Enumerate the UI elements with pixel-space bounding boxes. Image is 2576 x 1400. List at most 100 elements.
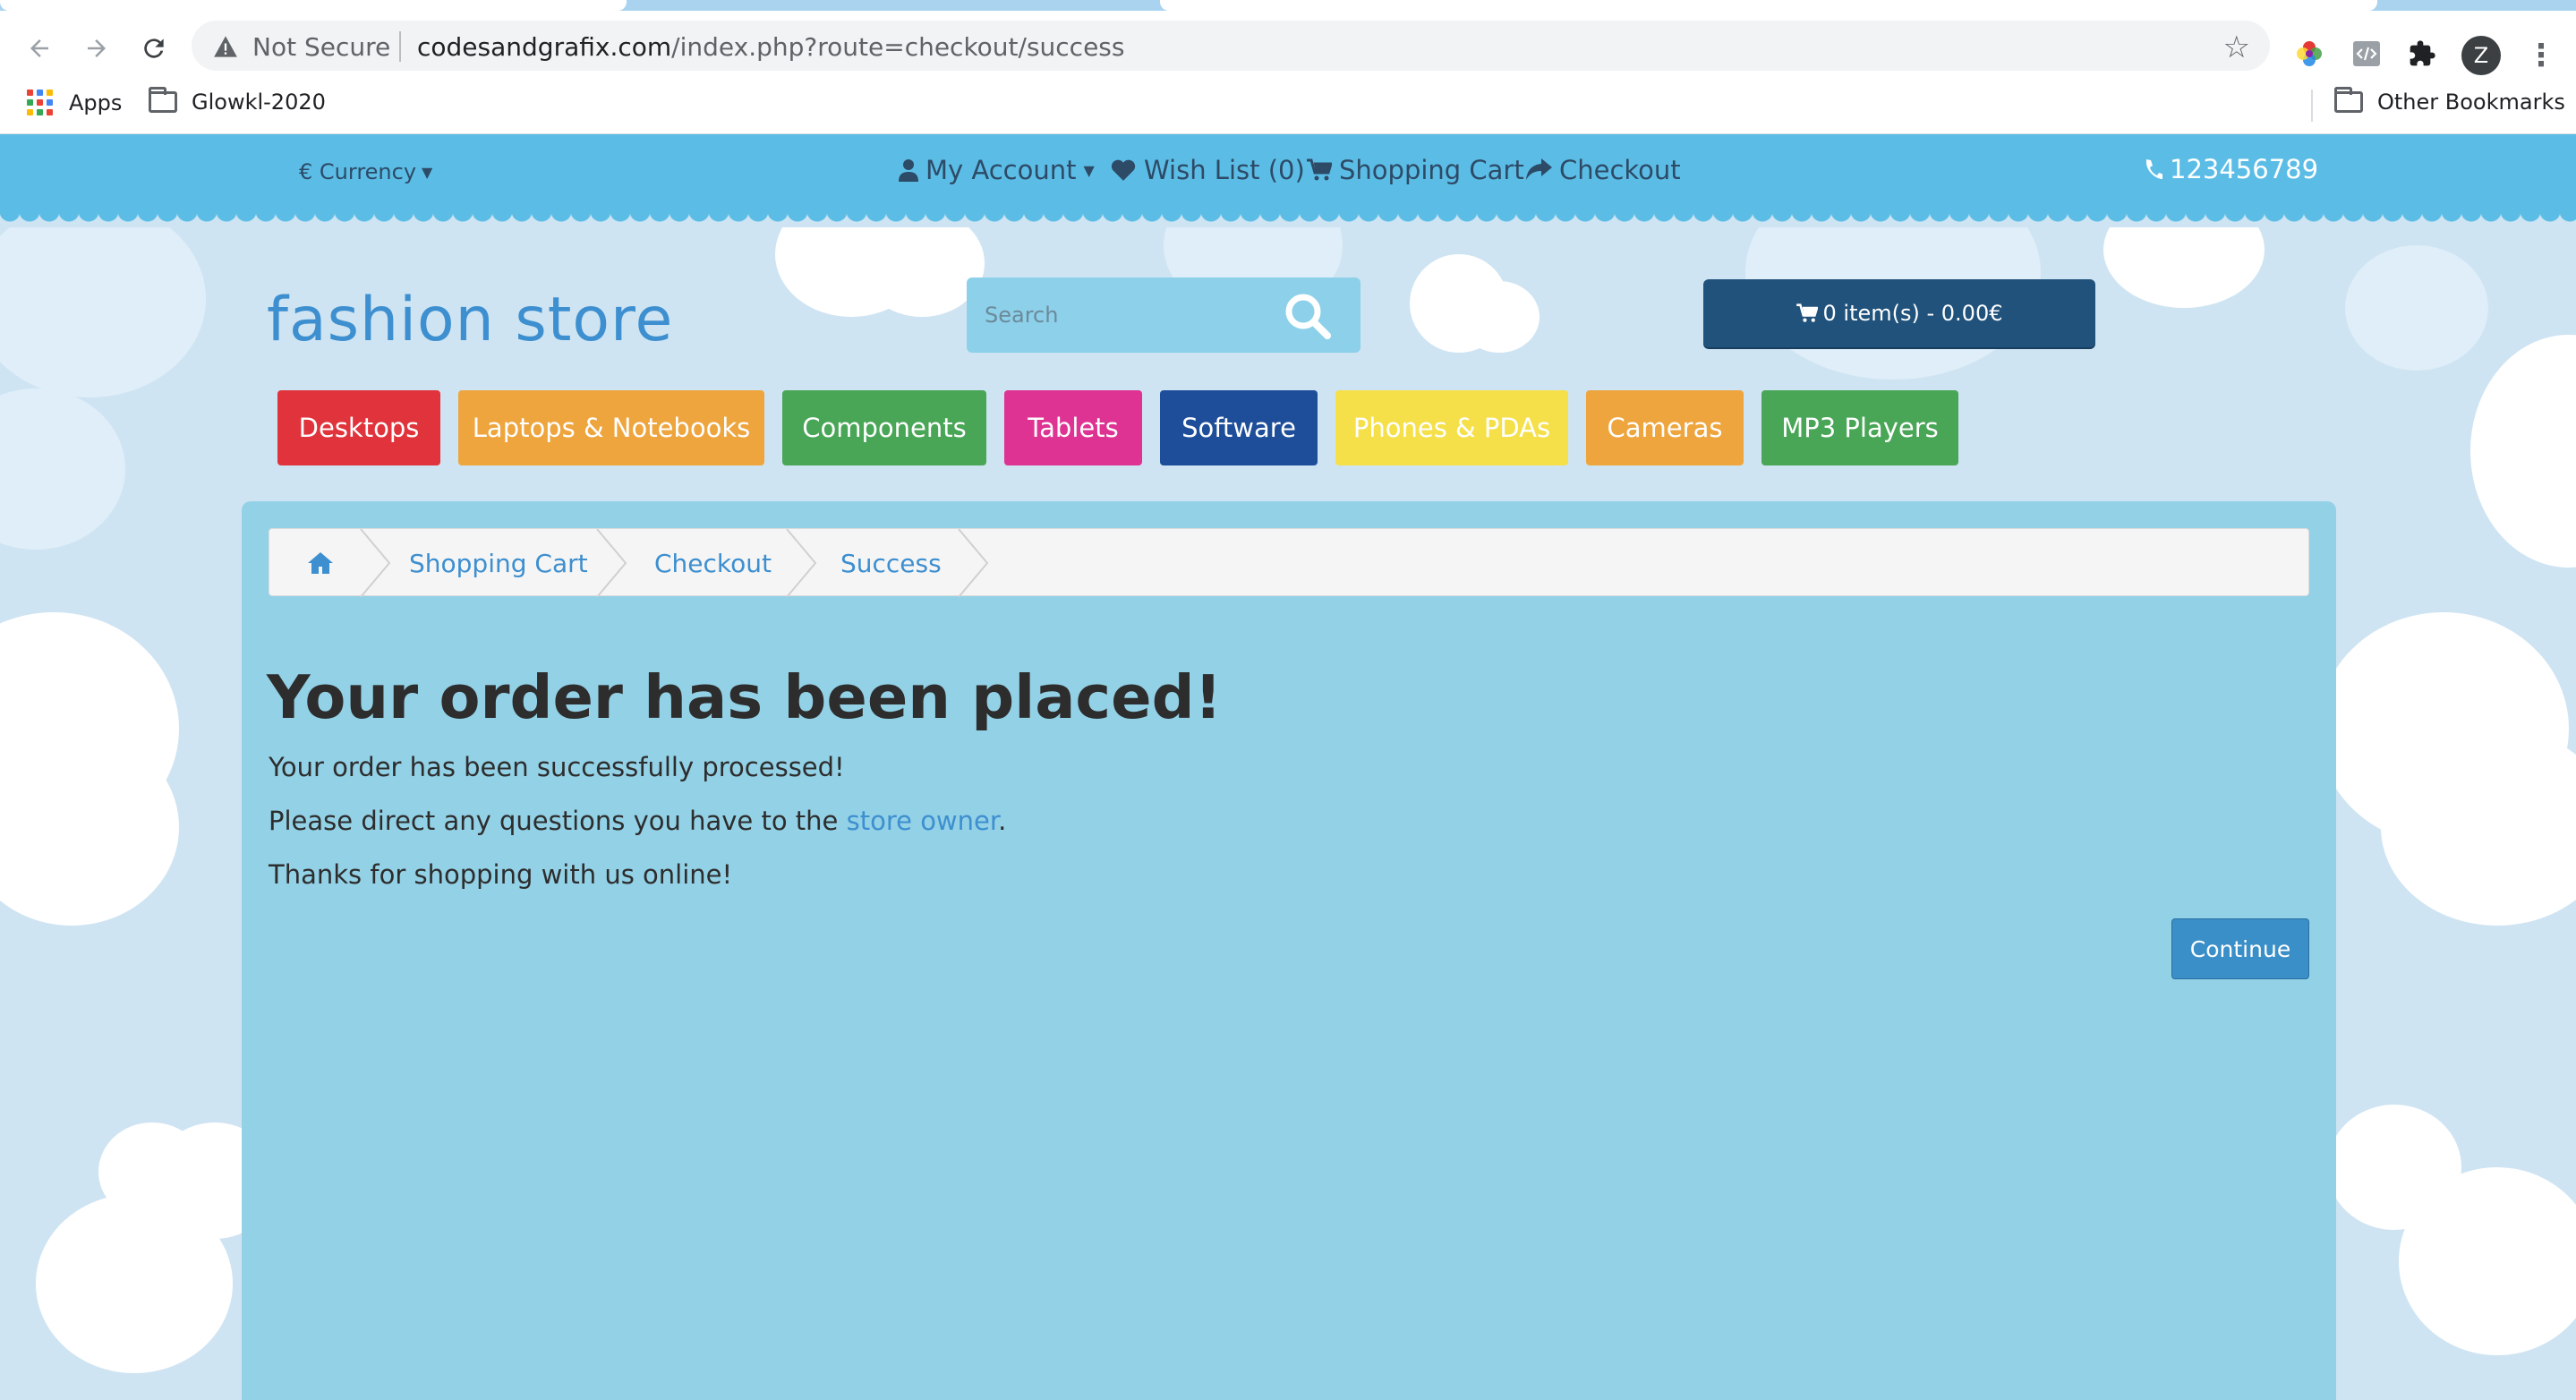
warning-icon[interactable] xyxy=(213,35,238,58)
bookmark-apps-label: Apps xyxy=(69,90,123,115)
store-owner-link[interactable]: store owner xyxy=(847,806,999,836)
menu-item-label: Components xyxy=(802,413,967,443)
wishlist-label: Wish List (0) xyxy=(1144,155,1305,185)
breadcrumb-separator xyxy=(786,529,817,597)
cart-icon xyxy=(1796,303,1818,322)
continue-button[interactable]: Continue xyxy=(2171,918,2309,979)
wishlist-link[interactable]: Wish List (0) xyxy=(1110,155,1305,185)
cart-icon xyxy=(1307,158,1332,181)
menu-item-mp3-players[interactable]: MP3 Players xyxy=(1761,390,1958,465)
breadcrumb-checkout[interactable]: Checkout xyxy=(654,529,772,597)
breadcrumb-separator xyxy=(596,529,627,597)
reload-icon[interactable] xyxy=(134,29,174,68)
menu-item-software[interactable]: Software xyxy=(1160,390,1318,465)
thanks-message: Thanks for shopping with us online! xyxy=(269,859,733,890)
cart-summary-label: 0 item(s) - 0.00€ xyxy=(1822,301,2003,326)
checkout-link[interactable]: Checkout xyxy=(1525,155,1681,185)
cloud-decoration xyxy=(2399,1167,2576,1355)
my-account-label: My Account xyxy=(925,155,1077,185)
bookmark-star-icon[interactable]: ☆ xyxy=(2223,30,2250,65)
bookmark-apps[interactable]: Apps xyxy=(27,90,122,115)
page-title: Your order has been placed! xyxy=(267,662,1223,732)
home-icon xyxy=(308,552,333,574)
menu-item-phones-pdas[interactable]: Phones & PDAs xyxy=(1335,390,1568,465)
security-label[interactable]: Not Secure xyxy=(252,32,390,62)
color-picker-extension-icon[interactable] xyxy=(2291,36,2327,72)
menu-item-label: Phones & PDAs xyxy=(1352,413,1551,443)
menu-item-cameras[interactable]: Cameras xyxy=(1586,390,1744,465)
currency-label: € Currency xyxy=(299,159,417,184)
puzzle-extensions-icon[interactable] xyxy=(2404,36,2440,72)
menu-item-label: Software xyxy=(1181,413,1296,443)
menu-item-tablets[interactable]: Tablets xyxy=(1004,390,1142,465)
bookmark-other[interactable]: Other Bookmarks xyxy=(2334,87,2565,115)
search-input[interactable] xyxy=(985,297,1280,333)
cloud-decoration xyxy=(0,388,125,550)
shopping-cart-link[interactable]: Shopping Cart xyxy=(1307,155,1524,185)
address-bar[interactable]: Not Secure codesandgrafix.com/index.php?… xyxy=(192,21,2270,71)
my-account-dropdown[interactable]: My Account ▼ xyxy=(899,155,1095,185)
share-arrow-icon xyxy=(1526,158,1552,180)
menu-item-label: Laptops & Notebooks xyxy=(472,413,751,443)
top-bar-scallop-edge xyxy=(0,211,2576,227)
store-logo[interactable]: fashion store xyxy=(267,285,673,355)
menu-item-components[interactable]: Components xyxy=(782,390,986,465)
cloud-decoration xyxy=(2470,335,2576,568)
cloud-decoration xyxy=(2345,245,2488,371)
caret-down-icon: ▼ xyxy=(1083,161,1095,179)
apps-grid-icon xyxy=(27,90,53,115)
address-divider xyxy=(399,31,401,62)
code-extension-icon[interactable] xyxy=(2349,36,2384,72)
browser-tab[interactable] xyxy=(0,0,627,11)
cloud-decoration xyxy=(0,227,206,397)
bookmark-folder-label: Glowkl-2020 xyxy=(192,90,326,115)
bookmark-other-label: Other Bookmarks xyxy=(2377,90,2565,115)
breadcrumb-separator xyxy=(360,529,391,597)
browser-tab-active[interactable] xyxy=(1160,0,2377,11)
breadcrumb-home[interactable] xyxy=(307,529,334,597)
menu-item-label: Cameras xyxy=(1607,413,1723,443)
user-icon xyxy=(899,159,918,182)
folder-icon xyxy=(2334,87,2363,113)
shopping-cart-label: Shopping Cart xyxy=(1339,155,1524,185)
breadcrumb: Shopping Cart Checkout Success xyxy=(269,528,2309,597)
bookmark-separator xyxy=(2311,90,2313,122)
search-icon[interactable] xyxy=(1284,292,1332,340)
contact-message-text: Please direct any questions you have to … xyxy=(269,806,847,836)
browser-toolbar: Not Secure codesandgrafix.com/index.php?… xyxy=(0,11,2576,79)
more-vert-icon[interactable]: ⋮ xyxy=(2526,38,2556,73)
bookmark-folder-glowkl[interactable]: Glowkl-2020 xyxy=(149,87,326,115)
forward-icon[interactable] xyxy=(77,29,116,68)
contact-message: Please direct any questions you have to … xyxy=(269,806,1006,836)
bookmarks-bar: Apps Glowkl-2020 Other Bookmarks xyxy=(0,79,2576,134)
phone-icon xyxy=(2145,159,2162,179)
success-message: Your order has been successfully process… xyxy=(269,752,845,782)
cart-summary-button[interactable]: 0 item(s) - 0.00€ xyxy=(1703,279,2095,347)
cloud-decoration xyxy=(2103,227,2265,308)
cloud-decoration xyxy=(36,1194,233,1373)
breadcrumb-shopping-cart[interactable]: Shopping Cart xyxy=(409,529,588,597)
menu-item-label: MP3 Players xyxy=(1781,413,1939,443)
url-host: codesandgrafix.com xyxy=(417,32,672,62)
url-path: /index.php?route=checkout/success xyxy=(671,32,1125,62)
search-box xyxy=(967,277,1361,353)
content-panel xyxy=(242,501,2336,1400)
folder-icon xyxy=(149,87,177,113)
menu-item-desktops[interactable]: Desktops xyxy=(277,390,440,465)
browser-tab-strip xyxy=(0,0,2576,11)
breadcrumb-success[interactable]: Success xyxy=(840,529,942,597)
checkout-label: Checkout xyxy=(1559,155,1681,185)
breadcrumb-separator xyxy=(958,529,989,597)
cloud-decoration xyxy=(1459,281,1540,353)
heart-icon xyxy=(1111,159,1136,181)
contact-message-suffix: . xyxy=(998,806,1007,836)
url-text[interactable]: codesandgrafix.com/index.php?route=check… xyxy=(417,32,1124,62)
menu-item-label: Desktops xyxy=(298,413,420,443)
menu-item-laptops-notebooks[interactable]: Laptops & Notebooks xyxy=(458,390,764,465)
back-icon[interactable] xyxy=(20,29,59,68)
currency-dropdown[interactable]: € Currency ▼ xyxy=(299,159,432,184)
phone-number: 123456789 xyxy=(2143,154,2318,184)
phone-label: 123456789 xyxy=(2170,154,2319,184)
menu-item-label: Tablets xyxy=(1028,413,1119,443)
profile-avatar[interactable]: Z xyxy=(2461,36,2501,75)
